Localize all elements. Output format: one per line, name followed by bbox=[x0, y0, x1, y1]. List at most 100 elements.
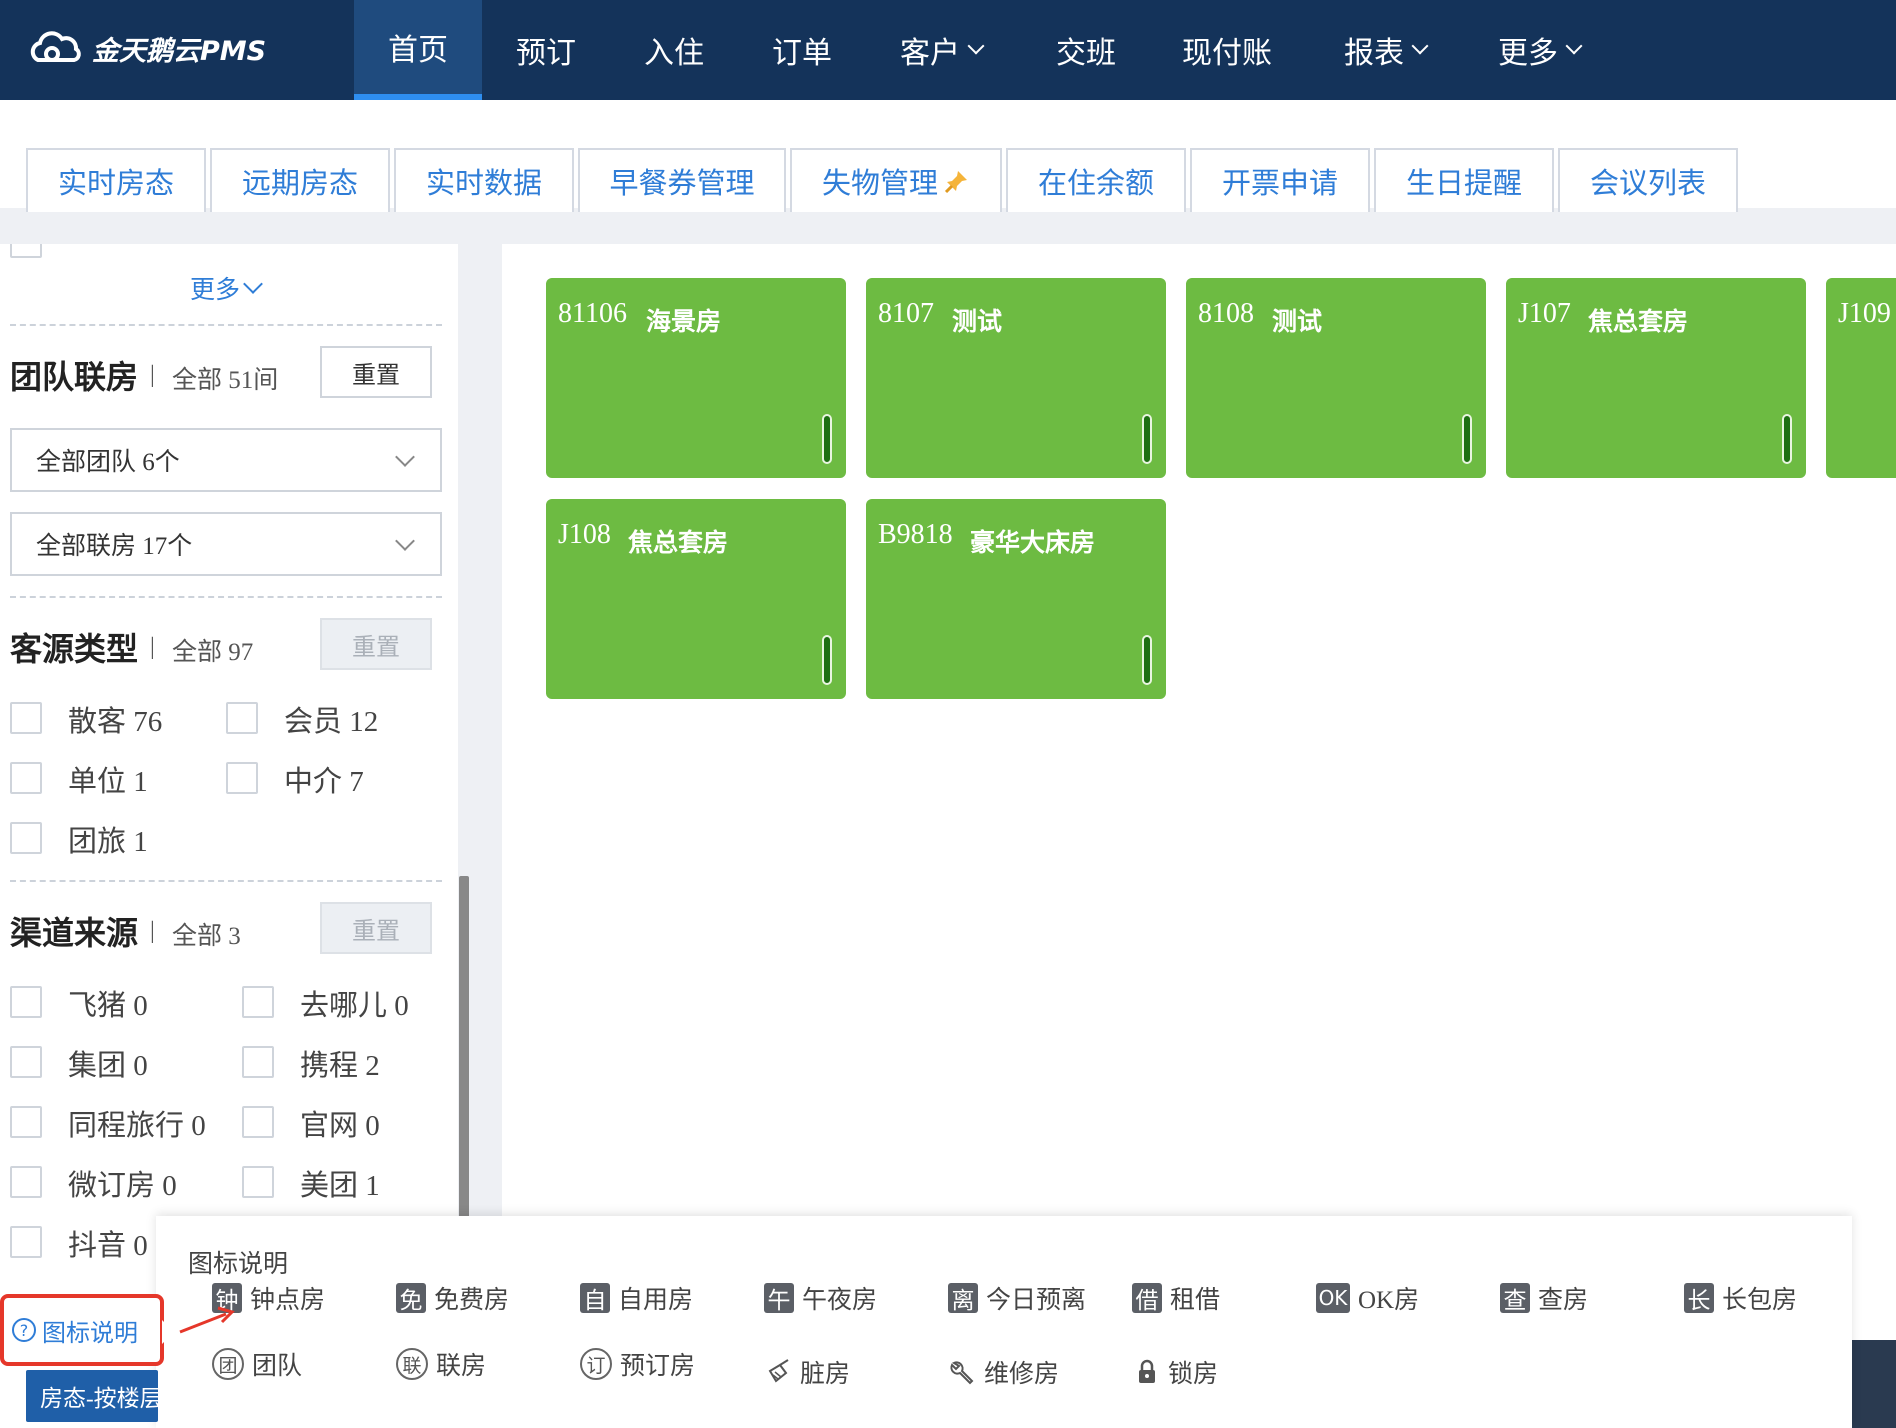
room-number: J109 bbox=[1838, 298, 1891, 329]
checkbox-fliggy[interactable] bbox=[10, 986, 42, 1018]
chevron-down-icon bbox=[395, 447, 415, 467]
legend-label: 今日预离 bbox=[986, 1287, 1087, 1314]
room-number: B9818 bbox=[878, 519, 953, 550]
checkbox-wechat-booking[interactable] bbox=[10, 1166, 42, 1198]
legend-label: 租借 bbox=[1170, 1287, 1221, 1314]
room-number: 8108 bbox=[1198, 298, 1254, 329]
room-type: 焦总套房 bbox=[1588, 307, 1689, 336]
checkbox-qunar[interactable] bbox=[242, 986, 274, 1018]
group-circle-icon: 团 bbox=[212, 1348, 244, 1380]
nav-orders[interactable]: 订单 bbox=[738, 0, 866, 100]
checkbox-company[interactable] bbox=[10, 762, 42, 794]
room-status-bar bbox=[822, 635, 832, 685]
subtabs-baseline bbox=[0, 208, 1896, 244]
more-link-label: 更多 bbox=[190, 277, 241, 304]
room-card[interactable]: J107 焦总套房 bbox=[1506, 278, 1806, 478]
legend-label: 自用房 bbox=[618, 1287, 694, 1314]
icon-legend-toggle[interactable]: ? 图标说明 bbox=[0, 1294, 174, 1366]
nav-home[interactable]: 首页 bbox=[354, 0, 482, 100]
source-reset-button[interactable]: 重置 bbox=[320, 618, 432, 670]
tab-birthday-reminders[interactable]: 生日提醒 bbox=[1374, 148, 1554, 212]
room-card[interactable]: B9818 豪华大床房 bbox=[866, 499, 1166, 699]
ok-badge-icon: OK bbox=[1316, 1283, 1350, 1313]
sidebar-scrollbar-thumb[interactable] bbox=[459, 876, 469, 1224]
channel-reset-button[interactable]: 重置 bbox=[320, 902, 432, 954]
nav-cash-account[interactable]: 现付账 bbox=[1152, 0, 1302, 100]
right-edge-panel bbox=[1852, 1340, 1896, 1428]
room-type: 豪华大床房 bbox=[970, 528, 1096, 557]
tab-breakfast-vouchers[interactable]: 早餐券管理 bbox=[578, 148, 786, 212]
room-card[interactable]: J109 bbox=[1826, 278, 1896, 478]
legend-midnight-room: 午午夜房 bbox=[764, 1280, 877, 1316]
room-card[interactable]: 8107 测试 bbox=[866, 278, 1166, 478]
room-card[interactable]: J108 焦总套房 bbox=[546, 499, 846, 699]
team-total-count: 全部 51间 bbox=[172, 367, 279, 394]
room-card[interactable]: 8108 测试 bbox=[1186, 278, 1486, 478]
room-card[interactable]: 81106 海景房 bbox=[546, 278, 846, 478]
checkbox-meituan[interactable] bbox=[242, 1166, 274, 1198]
room-status-bar bbox=[822, 414, 832, 464]
tab-lost-and-found[interactable]: 失物管理 bbox=[790, 148, 1002, 212]
nav-customers[interactable]: 客户 bbox=[866, 0, 1016, 100]
legend-label: 免费房 bbox=[434, 1287, 510, 1314]
pin-icon bbox=[944, 171, 967, 194]
nav-more[interactable]: 更多 bbox=[1464, 0, 1614, 100]
legend-label: 锁房 bbox=[1168, 1361, 1219, 1388]
checkbox-label: 美团 1 bbox=[300, 1170, 380, 1202]
team-section-title: 团队联房 bbox=[10, 358, 139, 396]
tab-label: 开票申请 bbox=[1221, 166, 1338, 200]
legend-departing-today: 离今日预离 bbox=[948, 1280, 1086, 1316]
checkbox-label: 会员 12 bbox=[284, 706, 379, 738]
checkbox-walkin[interactable] bbox=[10, 702, 42, 734]
checkbox-group[interactable] bbox=[10, 1046, 42, 1078]
tab-realtime-data[interactable]: 实时数据 bbox=[394, 148, 574, 212]
legend-label: 联房 bbox=[436, 1353, 487, 1380]
team-reset-button[interactable]: 重置 bbox=[320, 346, 432, 398]
tab-realtime-room-status[interactable]: 实时房态 bbox=[26, 148, 206, 212]
team-select[interactable]: 全部团队 6个 bbox=[10, 428, 442, 492]
checkbox-label: 单位 1 bbox=[68, 766, 148, 798]
checkbox-label: 微订房 0 bbox=[68, 1170, 177, 1202]
app-logo[interactable]: 金天鹅云PMS bbox=[26, 28, 266, 68]
icon-legend-panel: 图标说明 钟钟点房 免免费房 自自用房 午午夜房 离今日预离 借租借 OK OK房… bbox=[156, 1216, 1852, 1428]
room-type: 海景房 bbox=[646, 307, 722, 336]
nav-reservation[interactable]: 预订 bbox=[482, 0, 610, 100]
legend-label: 钟点房 bbox=[250, 1287, 326, 1314]
nav-label: 更多 bbox=[1498, 36, 1558, 71]
checkbox[interactable] bbox=[10, 244, 42, 258]
checkbox-agency[interactable] bbox=[226, 762, 258, 794]
checkbox-douyin[interactable] bbox=[10, 1226, 42, 1258]
section-separator: | bbox=[150, 362, 155, 388]
tab-meeting-list[interactable]: 会议列表 bbox=[1558, 148, 1738, 212]
checkbox-label: 抖音 0 bbox=[68, 1230, 148, 1262]
checkbox-tongcheng[interactable] bbox=[10, 1106, 42, 1138]
tab-label: 实时数据 bbox=[425, 166, 542, 200]
checkbox-member[interactable] bbox=[226, 702, 258, 734]
tab-future-room-status[interactable]: 远期房态 bbox=[210, 148, 390, 212]
nav-label: 现付账 bbox=[1182, 36, 1272, 71]
nav-checkin[interactable]: 入住 bbox=[610, 0, 738, 100]
linked-room-select[interactable]: 全部联房 17个 bbox=[10, 512, 442, 576]
checkbox-ctrip[interactable] bbox=[242, 1046, 274, 1078]
tab-in-house-balance[interactable]: 在住余额 bbox=[1006, 148, 1186, 212]
long-stay-badge-icon: 长 bbox=[1684, 1283, 1714, 1314]
departure-badge-icon: 离 bbox=[948, 1283, 978, 1314]
room-status-bar bbox=[1142, 635, 1152, 685]
tab-label: 实时房态 bbox=[57, 166, 174, 200]
nav-shift[interactable]: 交班 bbox=[1020, 0, 1152, 100]
legend-maintenance-room: 维修房 bbox=[948, 1354, 1059, 1390]
chevron-down-icon bbox=[243, 274, 263, 294]
channel-total-count: 全部 3 bbox=[172, 923, 241, 950]
checkbox-tour-group[interactable] bbox=[10, 822, 42, 854]
checkbox-label: 去哪儿 0 bbox=[300, 990, 409, 1022]
legend-label: 维修房 bbox=[984, 1361, 1060, 1388]
legend-label: 长包房 bbox=[1722, 1287, 1798, 1314]
checkbox-official-site[interactable] bbox=[242, 1106, 274, 1138]
legend-reserved-room: 订预订房 bbox=[580, 1346, 695, 1382]
nav-reports[interactable]: 报表 bbox=[1310, 0, 1460, 100]
tab-invoice-requests[interactable]: 开票申请 bbox=[1190, 148, 1370, 212]
source-total-count: 全部 97 bbox=[172, 639, 254, 666]
more-filters-link[interactable]: 更多 bbox=[190, 270, 263, 306]
legend-toggle-label: 图标说明 bbox=[42, 1320, 138, 1347]
room-status-mode-button[interactable]: 房态-按楼层 bbox=[26, 1370, 158, 1422]
